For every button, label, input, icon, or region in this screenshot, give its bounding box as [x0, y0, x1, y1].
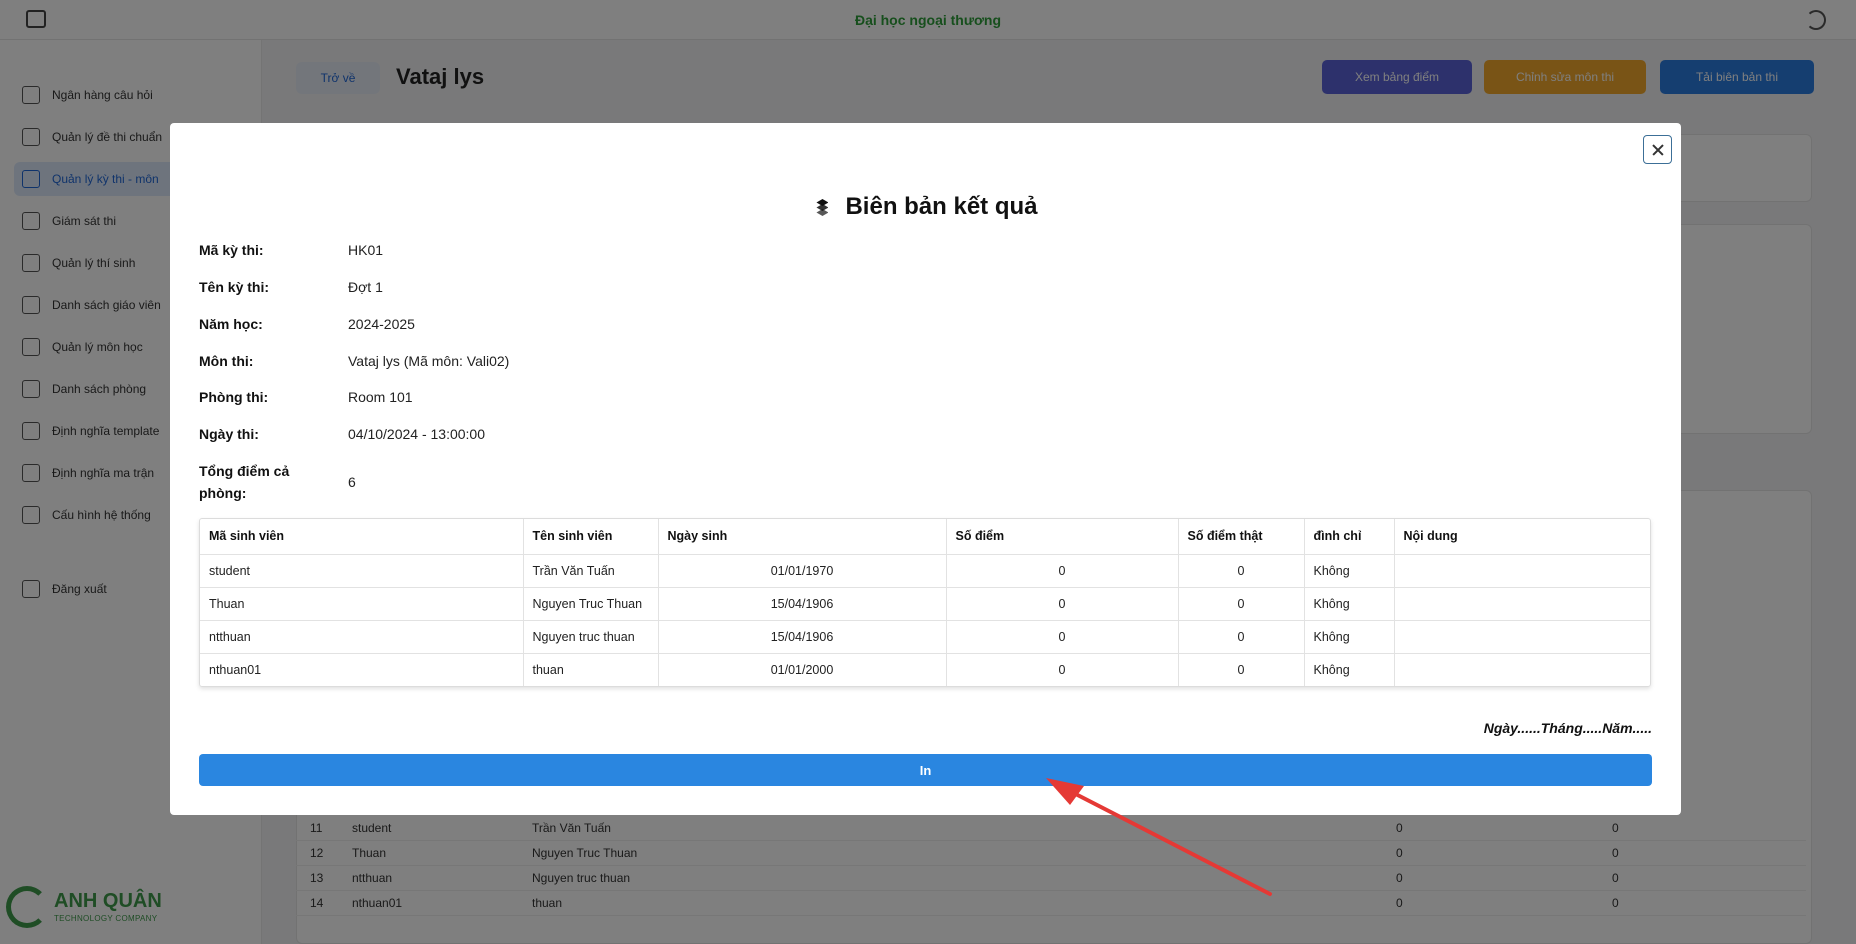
column-header: Ngày sinh [658, 519, 947, 555]
column-header: Số điểm [946, 519, 1179, 555]
info-label: Tổng điểm cả phòng: [199, 463, 290, 501]
content-cell [1394, 554, 1650, 588]
score-cell: 0 [946, 620, 1179, 654]
suspended-cell: Không [1304, 554, 1395, 588]
score-cell: 0 [946, 653, 1179, 686]
score-cell: 0 [946, 554, 1179, 588]
column-header: Nội dung [1394, 519, 1650, 555]
table-row: Thuan Nguyen Truc Thuan 15/04/1906 0 0 K… [200, 587, 1650, 621]
info-label: Phòng thi: [199, 389, 269, 405]
info-label: Mã kỳ thi: [199, 242, 264, 258]
results-table: Mã sinh viên Tên sinh viên Ngày sinh Số … [199, 518, 1651, 687]
student-id-cell: Thuan [200, 587, 524, 621]
close-button[interactable] [1643, 135, 1672, 164]
info-label: Môn thi: [199, 353, 254, 369]
info-value: HK01 [348, 242, 384, 258]
info-label: Năm học: [199, 316, 263, 332]
student-name-cell: Trần Văn Tuấn [523, 554, 659, 588]
column-header: Mã sinh viên [200, 519, 524, 555]
birth-date-cell: 15/04/1906 [658, 620, 947, 654]
real-score-cell: 0 [1178, 587, 1305, 621]
student-name-cell: Nguyen truc thuan [523, 620, 659, 654]
student-name-cell: thuan [523, 653, 659, 686]
info-label: Ngày thi: [199, 426, 259, 442]
score-cell: 0 [946, 587, 1179, 621]
info-value: 2024-2025 [348, 316, 415, 332]
signature-date-line: Ngày......Tháng.....Năm..... [1483, 720, 1652, 736]
column-header: Số điểm thật [1178, 519, 1305, 555]
suspended-cell: Không [1304, 587, 1395, 621]
info-value: 04/10/2024 - 13:00:00 [348, 426, 486, 442]
info-label: Tên kỳ thi: [199, 279, 270, 295]
student-id-cell: ntthuan [200, 620, 524, 654]
suspended-cell: Không [1304, 620, 1395, 654]
student-id-cell: nthuan01 [200, 653, 524, 686]
content-cell [1394, 587, 1650, 621]
real-score-cell: 0 [1178, 554, 1305, 588]
info-value: Room 101 [348, 389, 413, 405]
student-name-cell: Nguyen Truc Thuan [523, 587, 659, 621]
suspended-cell: Không [1304, 653, 1395, 686]
student-id-cell: student [200, 554, 524, 588]
birth-date-cell: 01/01/1970 [658, 554, 947, 588]
birth-date-cell: 15/04/1906 [658, 587, 947, 621]
print-button[interactable]: In [199, 754, 1652, 786]
layers-icon [813, 199, 831, 216]
modal-title-text: Biên bản kết quả [845, 193, 1038, 220]
info-value: Đợt 1 [348, 279, 383, 295]
modal-title: Biên bản kết quả [170, 193, 1681, 221]
real-score-cell: 0 [1178, 620, 1305, 654]
table-row: student Trần Văn Tuấn 01/01/1970 0 0 Khô… [200, 554, 1650, 588]
birth-date-cell: 01/01/2000 [658, 653, 947, 686]
table-row: ntthuan Nguyen truc thuan 15/04/1906 0 0… [200, 620, 1650, 654]
real-score-cell: 0 [1178, 653, 1305, 686]
content-cell [1394, 653, 1650, 686]
info-value: 6 [348, 474, 356, 490]
content-cell [1394, 620, 1650, 654]
column-header: đình chỉ [1304, 519, 1395, 555]
column-header: Tên sinh viên [523, 519, 659, 555]
info-value: Vataj lys (Mã môn: Vali02) [348, 353, 510, 369]
table-row: nthuan01 thuan 01/01/2000 0 0 Không [200, 653, 1650, 686]
table-header-row: Mã sinh viên Tên sinh viên Ngày sinh Số … [200, 519, 1650, 555]
result-report-modal: Biên bản kết quả Mã kỳ thi: HK01 Tên kỳ … [170, 123, 1681, 815]
